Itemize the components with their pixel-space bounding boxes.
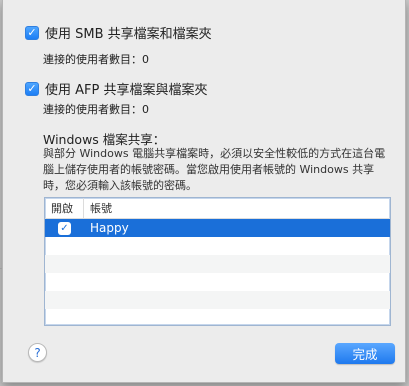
empty-row (45, 255, 390, 273)
smb-option-row[interactable]: ✓ 使用 SMB 共享檔案和檔案夾 (25, 23, 212, 42)
file-sharing-options-sheet: ✓ 使用 SMB 共享檔案和檔案夾 連接的使用者數目：0 ✓ 使用 AFP 共享… (2, 0, 406, 383)
empty-row (45, 309, 390, 325)
column-header-enable[interactable]: 開啟 (45, 198, 84, 218)
column-header-account[interactable]: 帳號 (84, 198, 112, 218)
enable-checkbox[interactable]: ✓ (58, 221, 71, 235)
windows-sharing-note: 與部分 Windows 電腦共享檔案時，必須以安全性較低的方式在這台電腦上儲存使… (43, 147, 386, 192)
accounts-table[interactable]: 開啟 帳號 ✓ Happy (44, 197, 391, 326)
table-header: 開啟 帳號 (45, 198, 390, 219)
empty-row (45, 291, 390, 309)
help-button[interactable]: ? (28, 343, 47, 362)
check-icon: ✓ (27, 82, 37, 95)
done-button[interactable]: 完成 (335, 343, 395, 364)
afp-option-label: 使用 AFP 共享檔案與檔案夾 (45, 83, 208, 98)
smb-connected-users: 連接的使用者數目：0 (43, 53, 149, 66)
check-icon: ✓ (60, 222, 69, 234)
afp-connected-users: 連接的使用者數目：0 (43, 103, 149, 116)
window-edge-divider (0, 268, 2, 269)
empty-row (45, 237, 390, 255)
afp-checkbox[interactable]: ✓ (25, 81, 39, 96)
smb-option-label: 使用 SMB 共享檔案和檔案夾 (45, 27, 212, 42)
empty-row (45, 273, 390, 291)
enable-cell[interactable]: ✓ (45, 221, 84, 235)
afp-option-row[interactable]: ✓ 使用 AFP 共享檔案與檔案夾 (25, 79, 207, 98)
smb-checkbox[interactable]: ✓ (25, 25, 39, 40)
check-icon: ✓ (27, 26, 37, 39)
table-row[interactable]: ✓ Happy (45, 219, 390, 237)
question-mark-icon: ? (34, 345, 41, 360)
account-name: Happy (90, 221, 129, 235)
